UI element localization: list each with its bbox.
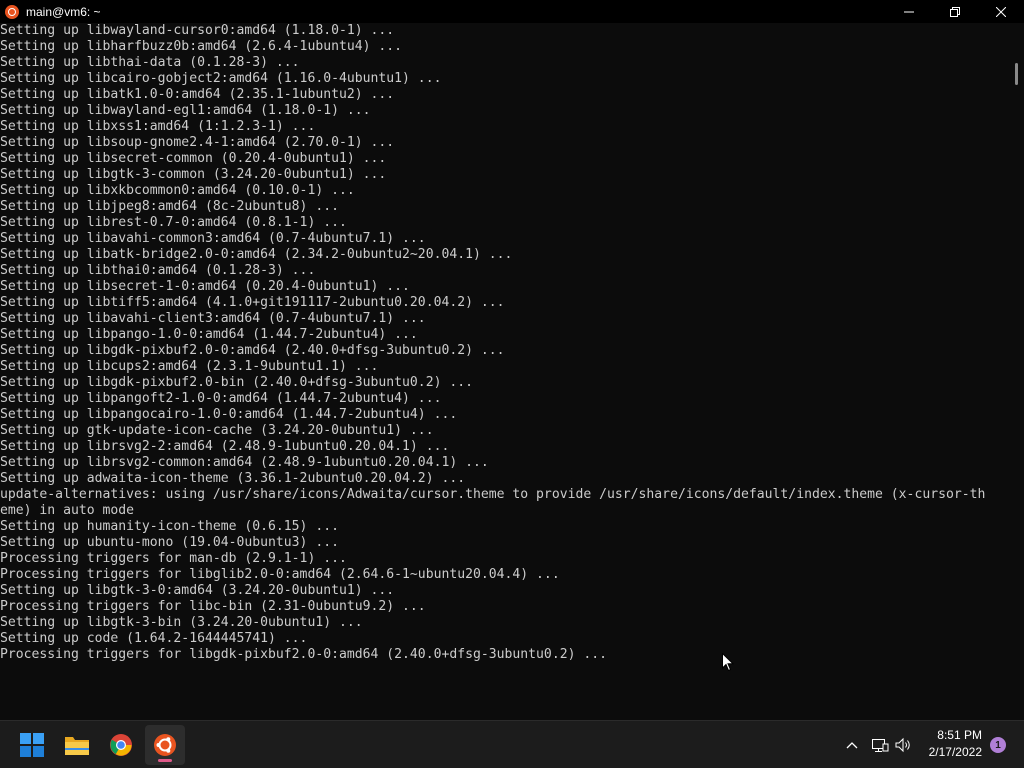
terminal-line: Setting up ubuntu-mono (19.04-0ubuntu3) … [0, 535, 339, 550]
window-title: main@vm6: ~ [26, 4, 101, 19]
clock-time: 8:51 PM [937, 728, 982, 742]
terminal-line: Setting up libxss1:amd64 (1:1.2.3-1) ... [0, 119, 316, 134]
terminal-line: Setting up libsecret-1-0:amd64 (0.20.4-0… [0, 279, 410, 294]
terminal-lines: Setting up libwayland-cursor0:amd64 (1.1… [0, 23, 1004, 663]
ubuntu-icon [5, 4, 19, 19]
terminal-line: update-alternatives: using /usr/share/ic… [0, 487, 986, 502]
mouse-pointer-icon [722, 653, 734, 672]
network-button[interactable] [870, 735, 890, 755]
terminal-line: Setting up libgdk-pixbuf2.0-bin (2.40.0+… [0, 375, 473, 390]
terminal-line: Setting up libgdk-pixbuf2.0-0:amd64 (2.4… [0, 343, 505, 358]
terminal-line: Setting up libgtk-3-0:amd64 (3.24.20-0ub… [0, 583, 395, 598]
terminal-line: Setting up code (1.64.2-1644445741) ... [0, 631, 308, 646]
terminal-scrollbar[interactable] [1004, 23, 1024, 720]
scrollbar-thumb[interactable] [1015, 63, 1018, 85]
terminal-line: Setting up libpango-1.0-0:amd64 (1.44.7-… [0, 327, 418, 342]
chrome-icon [110, 734, 132, 756]
terminal-line: Setting up gtk-update-icon-cache (3.24.2… [0, 423, 434, 438]
network-icon [872, 739, 889, 752]
terminal-line: Setting up libthai-data (0.1.28-3) ... [0, 55, 300, 70]
volume-button[interactable] [894, 735, 914, 755]
terminal-line: Setting up librest-0.7-0:amd64 (0.8.1-1)… [0, 215, 347, 230]
terminal-line: Setting up libxkbcommon0:amd64 (0.10.0-1… [0, 183, 355, 198]
terminal-line: Setting up libavahi-common3:amd64 (0.7-4… [0, 231, 426, 246]
speaker-icon [895, 737, 910, 753]
terminal-line: Processing triggers for man-db (2.9.1-1)… [0, 551, 347, 566]
terminal-line: Setting up libgtk-3-common (3.24.20-0ubu… [0, 167, 387, 182]
terminal-line: Setting up humanity-icon-theme (0.6.15) … [0, 519, 339, 534]
clock[interactable]: 8:51 PM 2/17/2022 [929, 727, 982, 761]
terminal-line: Setting up libcups2:amd64 (2.3.1-9ubuntu… [0, 359, 379, 374]
terminal-line: Setting up libatk1.0-0:amd64 (2.35.1-1ub… [0, 87, 395, 102]
minimize-icon [904, 11, 914, 12]
window-controls [886, 0, 1024, 23]
restore-button[interactable] [932, 0, 978, 23]
terminal-line: Setting up libpangoft2-1.0-0:amd64 (1.44… [0, 391, 442, 406]
restore-icon [950, 6, 960, 17]
windows-start-icon [20, 733, 44, 757]
terminal-line: Setting up adwaita-icon-theme (3.36.1-2u… [0, 471, 466, 486]
close-icon [996, 6, 1006, 17]
terminal-line: Setting up librsvg2-2:amd64 (2.48.9-1ubu… [0, 439, 450, 454]
chevron-up-icon [846, 742, 858, 749]
terminal-line: Processing triggers for libc-bin (2.31-0… [0, 599, 426, 614]
terminal-line: Setting up libcairo-gobject2:amd64 (1.16… [0, 71, 442, 86]
clock-date: 2/17/2022 [928, 745, 982, 759]
start-button[interactable] [12, 725, 52, 765]
chrome-button[interactable] [101, 725, 141, 765]
ubuntu-terminal-button[interactable] [145, 725, 185, 765]
minimize-button[interactable] [886, 0, 932, 23]
terminal-line: Setting up libgtk-3-bin (3.24.20-0ubuntu… [0, 615, 363, 630]
terminal-line: Setting up libsecret-common (0.20.4-0ubu… [0, 151, 387, 166]
show-hidden-icons-button[interactable] [842, 735, 862, 755]
file-explorer-button[interactable] [57, 725, 97, 765]
terminal-line: Setting up libjpeg8:amd64 (8c-2ubuntu8) … [0, 199, 339, 214]
close-button[interactable] [978, 0, 1024, 23]
terminal-line: Setting up libatk-bridge2.0-0:amd64 (2.3… [0, 247, 513, 262]
notification-badge[interactable]: 1 [990, 737, 1006, 753]
active-app-indicator [158, 759, 172, 762]
ubuntu-icon [154, 734, 176, 756]
terminal-line: Setting up libwayland-egl1:amd64 (1.18.0… [0, 103, 371, 118]
terminal-line: Setting up libpangocairo-1.0-0:amd64 (1.… [0, 407, 458, 422]
terminal-line: Setting up libwayland-cursor0:amd64 (1.1… [0, 23, 395, 38]
terminal-line: Setting up libavahi-client3:amd64 (0.7-4… [0, 311, 426, 326]
terminal-line: Setting up librsvg2-common:amd64 (2.48.9… [0, 455, 489, 470]
terminal-line: Setting up libsoup-gnome2.4-1:amd64 (2.7… [0, 135, 395, 150]
terminal-line: eme) in auto mode [0, 503, 135, 518]
terminal-line: Setting up libthai0:amd64 (0.1.28-3) ... [0, 263, 316, 278]
folder-icon [65, 737, 89, 755]
terminal-line: Setting up libtiff5:amd64 (4.1.0+git1911… [0, 295, 505, 310]
taskbar: 8:51 PM 2/17/2022 1 [0, 720, 1024, 768]
terminal-line: Processing triggers for libgdk-pixbuf2.0… [0, 647, 607, 662]
terminal-output[interactable]: Setting up libwayland-cursor0:amd64 (1.1… [0, 23, 1004, 720]
title-bar: main@vm6: ~ [0, 0, 1024, 23]
terminal-line: Setting up libharfbuzz0b:amd64 (2.6.4-1u… [0, 39, 403, 54]
terminal-line: Processing triggers for libglib2.0-0:amd… [0, 567, 560, 582]
